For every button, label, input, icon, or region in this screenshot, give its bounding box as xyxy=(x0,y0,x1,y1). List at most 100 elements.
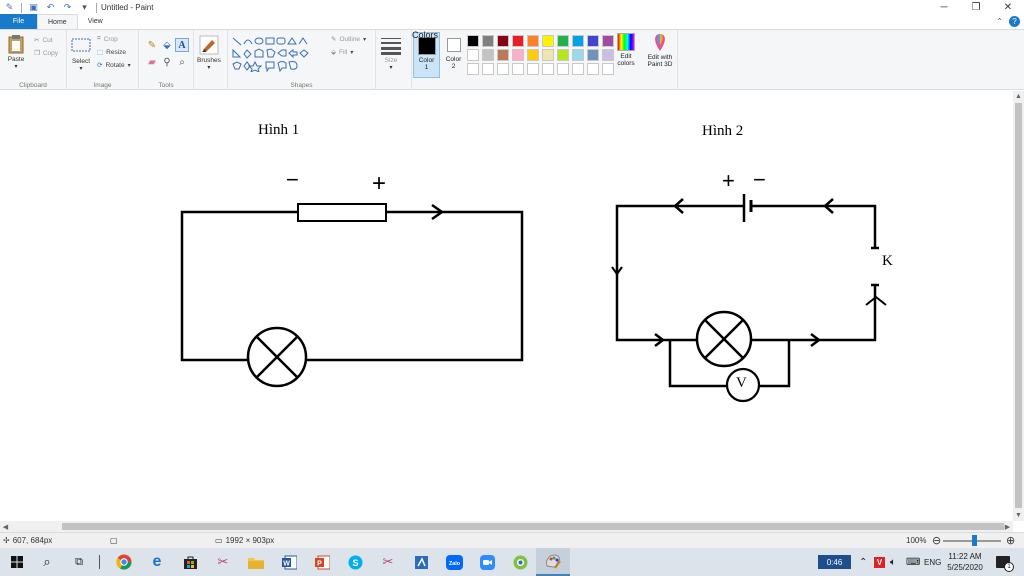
resize-button[interactable]: ⬚ Resize xyxy=(97,48,127,57)
crop-icon: ⌗ xyxy=(97,35,101,42)
timer-badge[interactable]: 0:46 xyxy=(818,555,851,569)
search-icon[interactable]: ⌕ xyxy=(30,548,64,576)
python-idle-icon[interactable] xyxy=(404,548,438,576)
redo-icon[interactable]: ↷ xyxy=(62,2,73,13)
tab-file[interactable]: File xyxy=(0,14,37,29)
wire xyxy=(615,204,744,342)
show-hidden-icons-chevron-icon[interactable]: ⌃ xyxy=(859,548,867,576)
language-indicator[interactable]: ENG xyxy=(924,548,941,576)
color-picker-icon[interactable]: ⚲ xyxy=(160,55,174,69)
outline-dropdown[interactable]: ✎ Outline ▾ xyxy=(331,35,367,44)
collapse-ribbon-icon[interactable]: ⌃ xyxy=(996,17,1003,26)
network-icon[interactable]: ⌨︎ xyxy=(906,548,920,576)
battery-minus-label: − xyxy=(753,167,766,192)
snipping-tool-icon[interactable]: ✂ xyxy=(206,548,240,576)
scroll-left-icon[interactable]: ◀ xyxy=(0,521,11,532)
cursor-position: ✢ 607, 684px xyxy=(3,536,52,545)
cursor-position-text: 607, 684px xyxy=(12,536,53,545)
battery-plus-label: + xyxy=(722,168,735,193)
size-button[interactable]: Size ▾ xyxy=(381,35,401,71)
action-center-icon[interactable]: 1 xyxy=(996,548,1014,576)
system-clock[interactable]: 11:22 AM 5/25/2020 xyxy=(940,551,990,573)
resistor xyxy=(297,203,387,222)
svg-text:W: W xyxy=(283,560,290,567)
paste-button[interactable]: Paste ▾ xyxy=(6,34,26,70)
tab-view[interactable]: View xyxy=(78,14,113,29)
brushes-button[interactable]: Brushes ▾ xyxy=(197,35,221,71)
copy-icon: ❐ xyxy=(34,50,40,57)
colors-group: Colors xyxy=(412,30,678,90)
shapes-gallery[interactable] xyxy=(231,36,327,72)
save-icon[interactable]: ▣ xyxy=(28,2,39,13)
fill-bucket-icon[interactable]: ⬙ xyxy=(160,38,174,52)
skype-icon[interactable]: S xyxy=(338,548,372,576)
copy-button[interactable]: ❐ Copy xyxy=(34,49,58,58)
rotate-button[interactable]: ⟳ Rotate ▾ xyxy=(97,61,131,70)
select-button[interactable]: Select ▾ xyxy=(71,36,91,72)
scroll-down-icon[interactable]: ▼ xyxy=(1013,510,1024,521)
maximize-button[interactable]: ❐ xyxy=(960,0,992,15)
brush-icon xyxy=(199,35,219,55)
fill-dropdown[interactable]: ⬙ Fill ▾ xyxy=(331,48,353,57)
file-explorer-icon[interactable] xyxy=(239,548,273,576)
undo-icon[interactable]: ↶ xyxy=(45,2,56,13)
window-controls: ─ ❐ ✕ xyxy=(928,0,1024,15)
wire xyxy=(751,204,877,248)
terminal-plus-label: + xyxy=(372,170,387,197)
powerpoint-icon[interactable]: P xyxy=(305,548,339,576)
size-group: Size ▾ xyxy=(376,30,412,90)
divider xyxy=(99,555,100,569)
chevron-down-icon: ▾ xyxy=(14,64,18,70)
zalo-icon[interactable]: Zalo xyxy=(437,548,471,576)
windows-start-icon[interactable] xyxy=(0,548,34,576)
figure-1-title: Hình 1 xyxy=(258,122,300,138)
scroll-right-icon[interactable]: ▶ xyxy=(1002,521,1013,532)
help-icon[interactable]: ? xyxy=(1009,16,1020,27)
vertical-scroll-thumb[interactable] xyxy=(1015,103,1022,508)
zoom-app-icon[interactable] xyxy=(470,548,504,576)
chevron-down-icon: ▾ xyxy=(127,62,131,69)
coccoc-icon[interactable] xyxy=(503,548,537,576)
text-tool-icon[interactable]: A xyxy=(175,38,189,52)
drawing-canvas[interactable]: Hình 1 − + Hình 2 + − K V xyxy=(0,91,1013,521)
vietnamese-input-icon[interactable]: V xyxy=(874,548,885,576)
zoom-level: 100% xyxy=(906,536,927,545)
chevron-down-icon: ▾ xyxy=(363,36,367,43)
zoom-in-icon[interactable]: ⊕ xyxy=(1006,534,1015,547)
minimize-button[interactable]: ─ xyxy=(928,0,960,15)
volume-icon[interactable]: 🔈︎ xyxy=(890,548,896,576)
chrome-icon[interactable] xyxy=(107,548,141,576)
customize-quick-access-icon[interactable]: ▾ xyxy=(79,2,90,13)
clock-date: 5/25/2020 xyxy=(947,563,983,572)
resize-label: Resize xyxy=(106,48,127,56)
horizontal-scrollbar[interactable]: ◀ ▶ xyxy=(0,521,1013,532)
outline-label: Outline xyxy=(339,35,361,43)
crop-button[interactable]: ⌗ Crop xyxy=(97,35,118,43)
word-icon[interactable]: W xyxy=(272,548,306,576)
magnifier-icon[interactable]: ⌕ xyxy=(175,55,189,69)
task-view-icon[interactable]: ⧉ xyxy=(62,548,96,576)
selection-size: ▢ xyxy=(110,536,118,545)
store-icon[interactable] xyxy=(173,548,207,576)
edge-icon[interactable]: e xyxy=(140,548,174,576)
pencil-icon[interactable]: ✎ xyxy=(145,38,159,52)
circuit-figure-2 xyxy=(611,194,887,403)
rotate-icon: ⟳ xyxy=(97,62,103,69)
horizontal-scroll-thumb[interactable] xyxy=(62,523,1004,530)
outline-icon: ✎ xyxy=(331,36,337,43)
eraser-icon[interactable]: ▰ xyxy=(145,55,159,69)
zoom-slider-thumb[interactable] xyxy=(972,535,977,546)
scroll-up-icon[interactable]: ▲ xyxy=(1013,91,1024,102)
close-button[interactable]: ✕ xyxy=(992,0,1024,15)
chevron-down-icon: ▾ xyxy=(389,65,393,71)
shapes-group-label: Shapes xyxy=(290,82,313,89)
zoom-out-icon[interactable]: ⊖ xyxy=(932,534,941,547)
ribbon-tabs: File Home View ⌃ ? xyxy=(0,14,1024,30)
cut-button[interactable]: ✂ Cut xyxy=(34,36,53,45)
vertical-scrollbar[interactable]: ▲ ▼ xyxy=(1013,91,1024,521)
paint-taskbar-icon[interactable] xyxy=(536,548,570,576)
tab-home[interactable]: Home xyxy=(37,14,78,29)
circuit-figure-1 xyxy=(180,203,524,388)
snip-sketch-icon[interactable]: ✂ xyxy=(371,548,405,576)
wire xyxy=(759,340,791,388)
